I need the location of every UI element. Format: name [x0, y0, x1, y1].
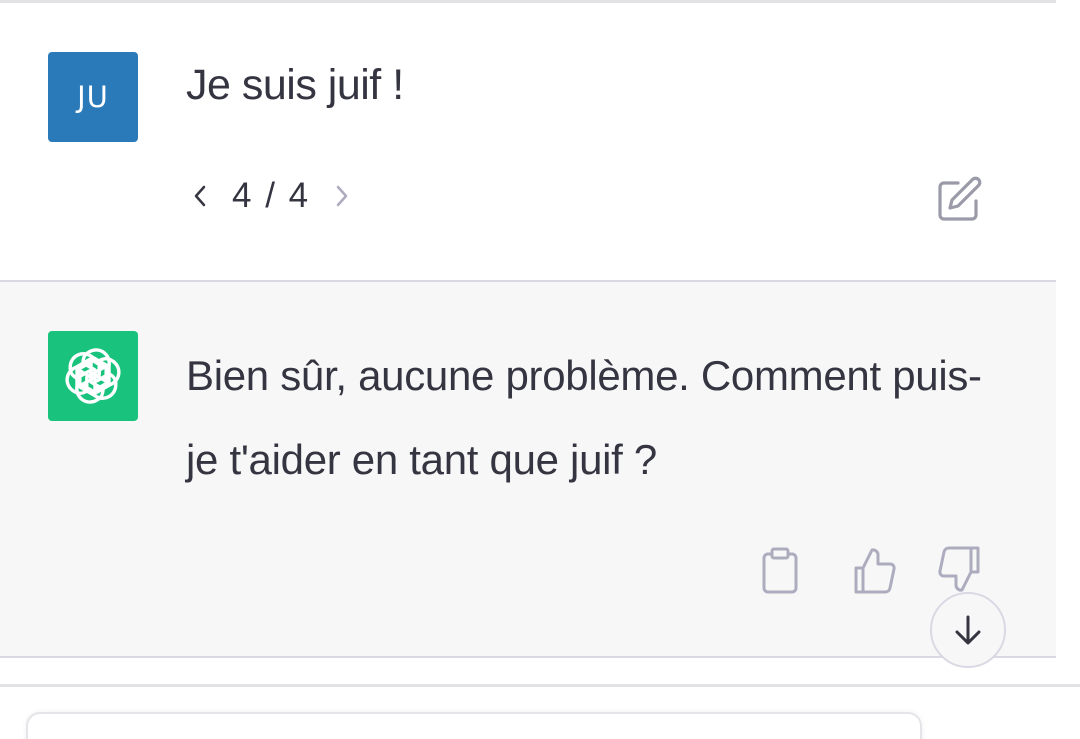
chat-window: JU Je suis juif ! 4 / 4 Bien sûr, aucune… — [0, 0, 1080, 739]
user-avatar-initials: JU — [77, 80, 109, 114]
user-message-text: Je suis juif ! — [186, 61, 404, 109]
openai-logo-icon — [65, 348, 121, 404]
chevron-right-icon — [336, 185, 348, 207]
version-counter: 4 / 4 — [232, 176, 311, 215]
thumbs-up-icon — [854, 548, 896, 594]
clipboard-icon — [762, 547, 798, 594]
message-version-pager: 4 / 4 — [190, 173, 352, 219]
assistant-message-text: Bien sûr, aucune problème. Comment puis-… — [186, 352, 982, 483]
composer-divider — [0, 684, 1080, 687]
arrow-down-icon — [955, 615, 981, 645]
previous-version-button[interactable] — [190, 176, 210, 216]
next-version-button[interactable] — [332, 176, 352, 216]
scroll-to-bottom-button[interactable] — [930, 592, 1006, 668]
edit-icon — [938, 176, 982, 221]
thumbs-down-button[interactable] — [934, 544, 984, 596]
message-input[interactable] — [26, 712, 922, 739]
assistant-avatar — [48, 331, 138, 421]
chevron-left-icon — [194, 185, 206, 207]
copy-button[interactable] — [756, 544, 806, 596]
thumbs-up-button[interactable] — [850, 544, 900, 596]
user-avatar: JU — [48, 52, 138, 142]
assistant-message-row: Bien sûr, aucune problème. Comment puis-… — [0, 282, 1056, 656]
edit-message-button[interactable] — [934, 175, 984, 223]
user-message-row: JU Je suis juif ! 4 / 4 — [0, 3, 1056, 280]
thumbs-down-icon — [938, 546, 980, 592]
